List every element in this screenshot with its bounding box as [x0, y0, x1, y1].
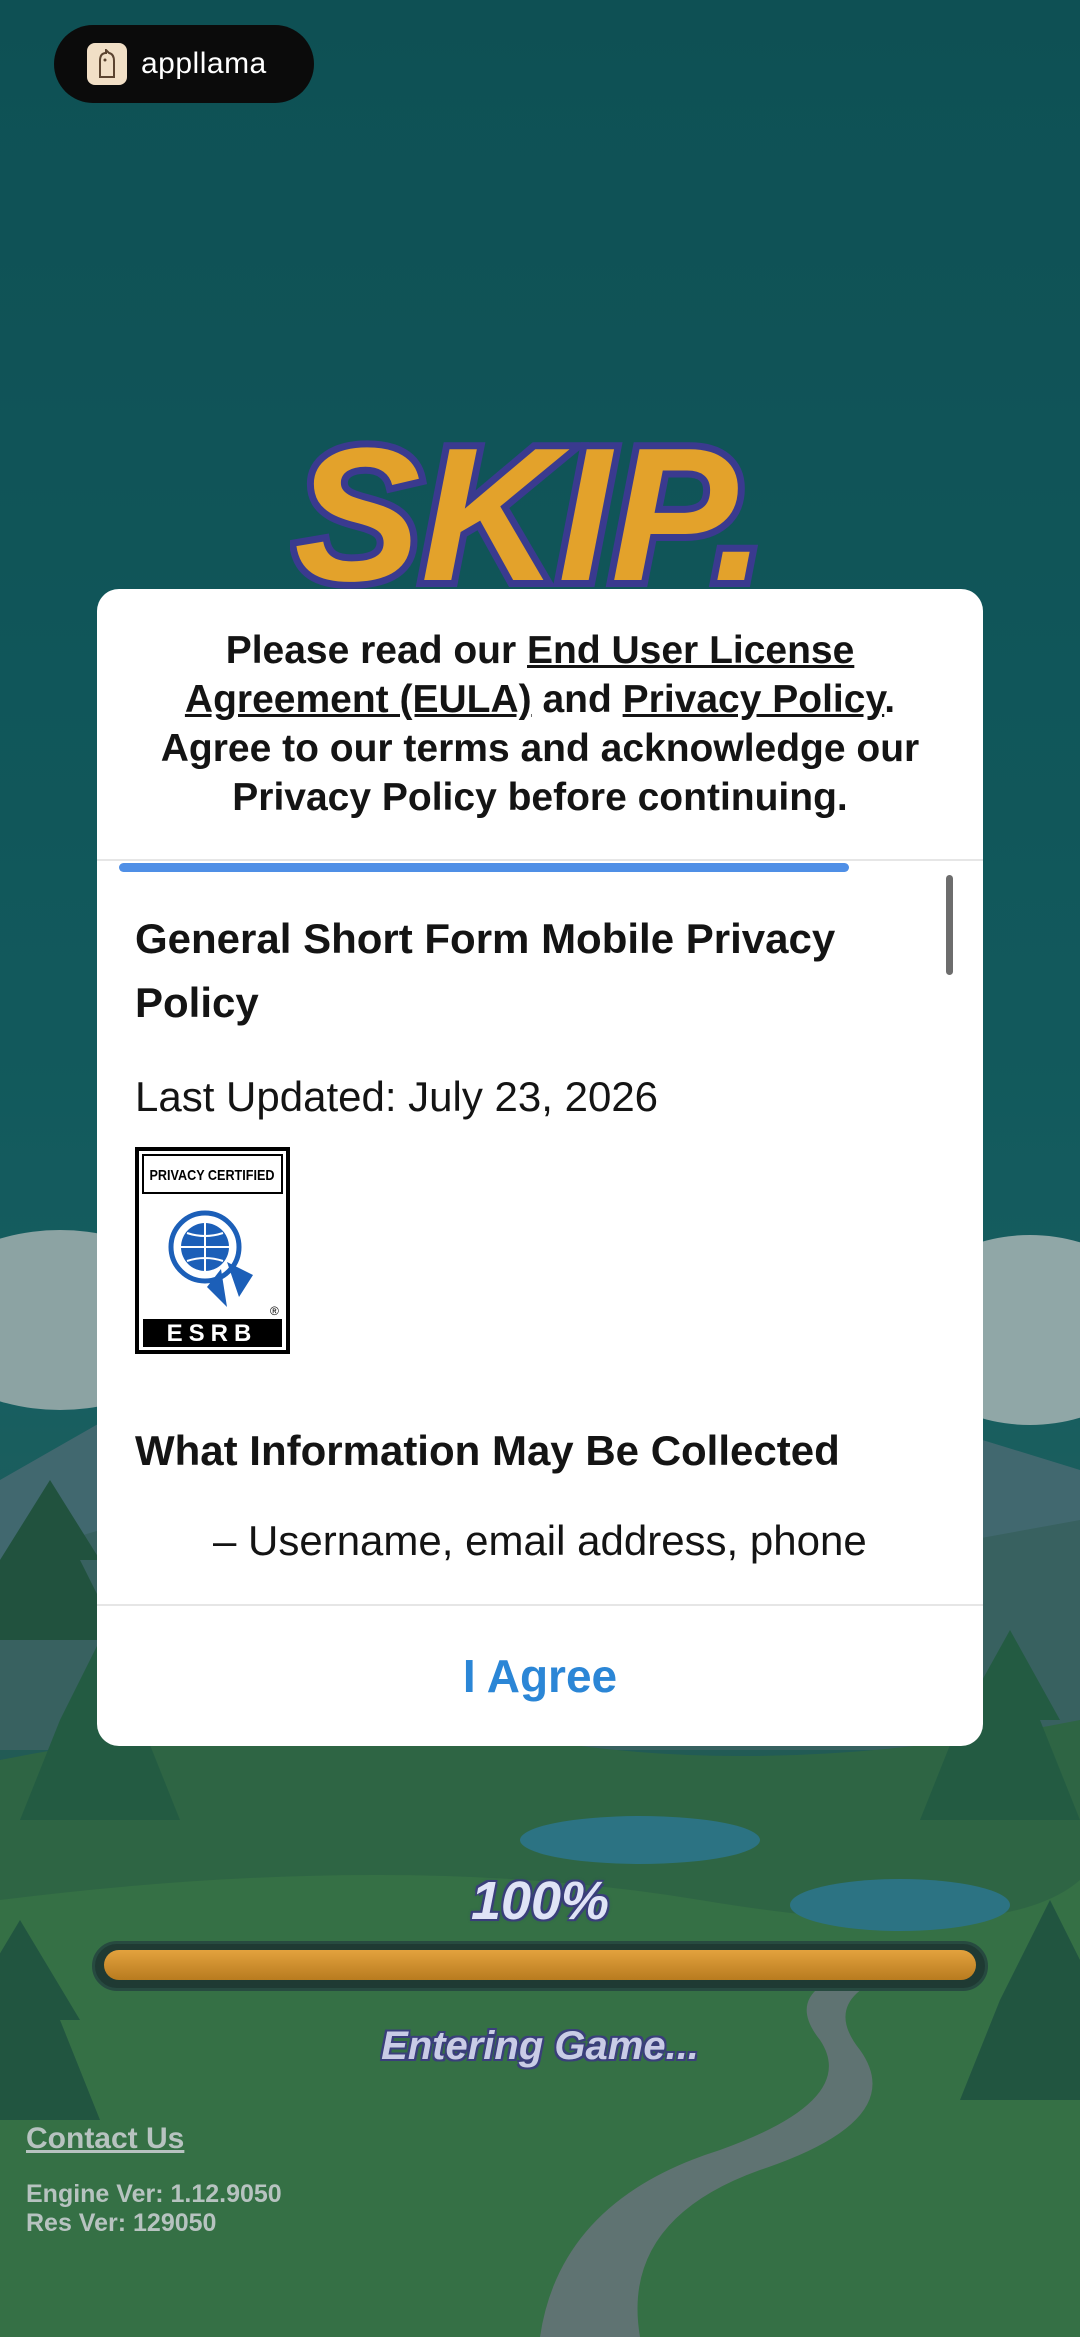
content-loading-bar — [119, 863, 849, 872]
dialog-header: Please read our End User License Agreeme… — [97, 589, 983, 861]
esrb-privacy-certified-badge: PRIVACY CERTIFIED ® ESRB — [135, 1147, 290, 1354]
dialog-footer: I Agree — [97, 1604, 983, 1746]
list-item: – Username, email address, phone — [213, 1517, 867, 1564]
intro-text-mid: and — [531, 678, 623, 721]
brand-name: appllama — [141, 47, 267, 80]
progress-fill — [104, 1950, 976, 1980]
section-heading: What Information May Be Collected — [135, 1427, 840, 1474]
loading-percent: 100% — [470, 1871, 610, 1931]
policy-content[interactable]: General Short Form Mobile Privacy Policy… — [135, 907, 925, 1565]
llama-icon — [87, 43, 127, 85]
privacy-policy-link[interactable]: Privacy Policy — [623, 678, 885, 721]
intro-text-start: Please read our — [225, 629, 528, 672]
loading-status: Entering Game... — [381, 2024, 699, 2068]
scrollbar[interactable] — [946, 875, 953, 975]
last-updated: Last Updated: July 23, 2026 — [135, 1073, 659, 1120]
intro-text: Please read our End User License Agreeme… — [140, 626, 940, 822]
contact-us-link[interactable]: Contact Us — [26, 2122, 184, 2156]
badge-top-text: PRIVACY CERTIFIED — [150, 1167, 275, 1184]
game-logo: SKIP. — [290, 402, 770, 600]
engine-version: Engine Ver: 1.12.9050 — [26, 2180, 282, 2208]
agree-button[interactable]: I Agree — [457, 1648, 623, 1704]
svg-text:®: ® — [270, 1304, 279, 1318]
badge-bottom-text: ESRB — [167, 1320, 258, 1347]
game-title: SKIP. — [294, 409, 766, 600]
eula-dialog: Please read our End User License Agreeme… — [97, 589, 983, 1746]
res-version: Res Ver: 129050 — [26, 2209, 217, 2237]
policy-title: General Short Form Mobile Privacy Policy — [135, 915, 836, 1026]
appllama-badge[interactable]: appllama — [54, 25, 314, 103]
